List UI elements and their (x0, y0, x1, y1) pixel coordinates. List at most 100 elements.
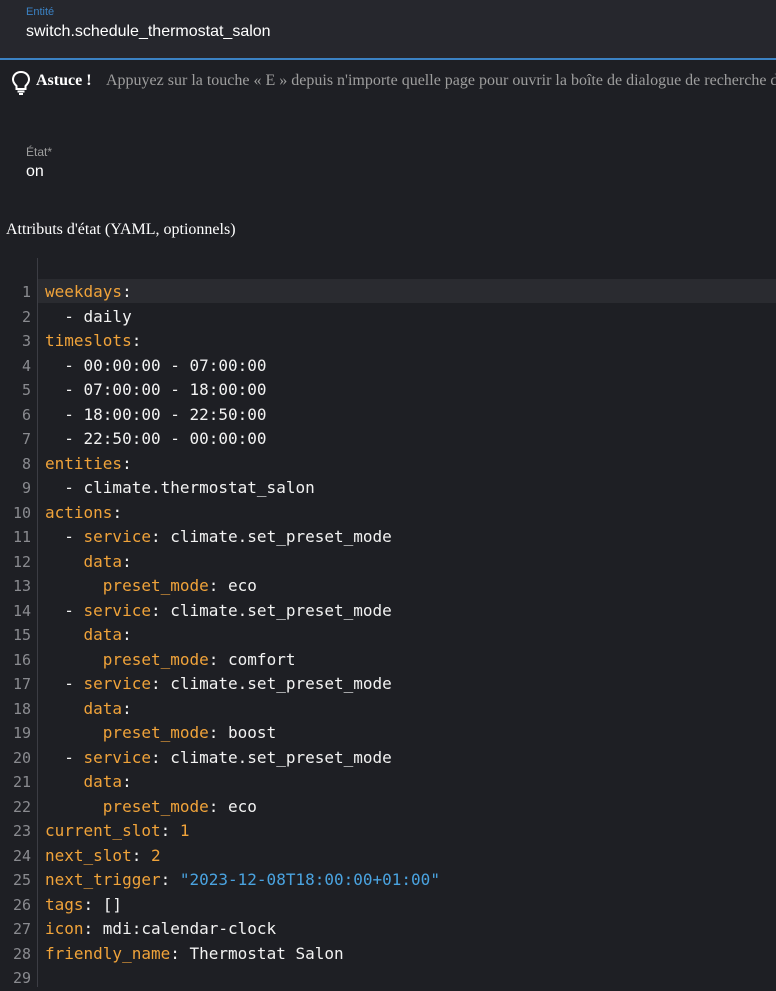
line-text: - 22:50:00 - 00:00:00 (45, 427, 266, 452)
line-text: entities: (45, 452, 132, 477)
entity-field[interactable]: Entité switch.schedule_thermostat_salon (0, 0, 776, 60)
code-line[interactable]: 28 friendly_name: Thermostat Salon (0, 942, 776, 967)
code-line[interactable]: 23 current_slot: 1 (0, 819, 776, 844)
line-text: tags: [] (45, 893, 122, 918)
code-line[interactable]: 6 - 18:00:00 - 22:50:00 (0, 403, 776, 428)
code-token: : (122, 772, 132, 791)
line-number: 16 (12, 650, 31, 669)
line-text: icon: mdi:calendar-clock (45, 917, 276, 942)
code-line[interactable]: 4 - 00:00:00 - 07:00:00 (0, 354, 776, 379)
code-line[interactable]: 22 preset_mode: eco (0, 795, 776, 820)
entity-field-value[interactable]: switch.schedule_thermostat_salon (26, 23, 271, 41)
code-line[interactable]: 7 - 22:50:00 - 00:00:00 (0, 427, 776, 452)
line-number: 28 (12, 944, 31, 963)
code-line[interactable]: 16 preset_mode: comfort (0, 648, 776, 673)
line-text: timeslots: (45, 329, 141, 354)
tip-title: Astuce ! (36, 72, 92, 89)
code-lines[interactable]: 1 weekdays: 2 - daily 3 timeslots: 4 - 00:00:… (0, 280, 776, 991)
code-line[interactable]: 14 - service: climate.set_preset_mode (0, 599, 776, 624)
line-number: 4 (21, 356, 31, 375)
line-number: 22 (12, 797, 31, 816)
code-token: : (122, 698, 132, 718)
code-token: next_slot (45, 845, 132, 865)
code-line[interactable]: 5 - 07:00:00 - 18:00:00 (0, 378, 776, 403)
code-line[interactable]: 1 weekdays: (0, 280, 776, 305)
code-token: - 18:00:00 - 22:50:00 (45, 404, 267, 424)
code-line[interactable]: 24 next_slot: 2 (0, 844, 776, 869)
code-token: service (83, 747, 151, 767)
code-line[interactable]: 12 data: (0, 550, 776, 575)
line-number: 23 (12, 822, 31, 840)
line-number: 17 (12, 675, 31, 693)
state-field-value[interactable]: on (26, 163, 44, 181)
line-text: preset_mode: eco (45, 574, 257, 599)
line-text: - service: climate.set_preset_mode (45, 746, 392, 771)
attributes-label: Attributs d'état (YAML, optionnels) (6, 221, 236, 238)
line-number: 20 (12, 748, 31, 767)
code-line[interactable]: 2 - daily (0, 305, 776, 330)
line-number: 9 (21, 479, 31, 497)
code-token: weekdays (45, 282, 123, 301)
line-number: 26 (12, 895, 31, 914)
line-number: 3 (21, 332, 31, 350)
line-text: - 18:00:00 - 22:50:00 (45, 403, 267, 428)
line-number: 18 (12, 699, 31, 718)
code-line[interactable]: 18 data: (0, 697, 776, 722)
code-token: : (160, 821, 180, 840)
code-token: : comfort (208, 649, 296, 669)
code-line[interactable]: 27 icon: mdi:calendar-clock (0, 917, 776, 942)
code-token: : boost (208, 723, 277, 742)
code-token: : climate.set_preset_mode (150, 600, 392, 620)
code-line[interactable]: 11 - service: climate.set_preset_mode (0, 525, 776, 550)
line-text: - service: climate.set_preset_mode (45, 672, 392, 697)
code-line[interactable]: 17 - service: climate.set_preset_mode (0, 672, 776, 697)
tip-banner: Astuce ! Appuyez sur la touche « E » dep… (8, 70, 776, 96)
line-text: current_slot: 1 (45, 819, 190, 844)
code-line[interactable]: 9 - climate.thermostat_salon (0, 476, 776, 501)
code-line[interactable]: 19 preset_mode: boost (0, 721, 776, 746)
line-number: 21 (12, 773, 31, 791)
line-number: 15 (12, 626, 31, 644)
line-text: actions: (45, 501, 122, 526)
line-number: 5 (21, 381, 31, 399)
code-line[interactable]: 26 tags: [] (0, 893, 776, 918)
code-token: service (83, 527, 151, 546)
line-text: data: (45, 770, 132, 795)
code-token: - (45, 600, 84, 620)
code-line[interactable]: 15 data: (0, 623, 776, 648)
line-text: weekdays: (45, 280, 132, 305)
line-text: next_slot: 2 (45, 844, 161, 869)
yaml-editor[interactable]: 1 weekdays: 2 - daily 3 timeslots: 4 - 00:00:… (0, 258, 776, 987)
line-text: - 07:00:00 - 18:00:00 (45, 378, 266, 403)
line-text: data: (45, 550, 132, 575)
line-number: 25 (12, 871, 31, 889)
code-line[interactable]: 3 timeslots: (0, 329, 776, 354)
code-token: : (122, 625, 132, 644)
code-line[interactable]: 25 next_trigger: "2023-12-08T18:00:00+01:… (0, 868, 776, 893)
code-token: : Thermostat Salon (170, 943, 344, 963)
code-token: timeslots (45, 331, 132, 350)
code-token: preset_mode (102, 576, 209, 595)
code-token: current_slot (45, 821, 161, 840)
code-token: : mdi:calendar-clock (83, 919, 277, 938)
line-text: preset_mode: comfort (45, 648, 296, 673)
code-line[interactable]: 21 data: (0, 770, 776, 795)
code-token: "2023-12-08T18:00:00+01:00" (179, 870, 440, 889)
code-token: next_trigger (45, 870, 161, 889)
code-token: : climate.set_preset_mode (150, 674, 392, 693)
code-line[interactable]: 20 - service: climate.set_preset_mode (0, 746, 776, 771)
code-line[interactable]: 13 preset_mode: eco (0, 574, 776, 599)
code-token: service (83, 674, 151, 693)
line-number: 14 (12, 601, 31, 620)
line-number: 13 (12, 577, 31, 595)
state-field[interactable]: État* on (0, 138, 776, 196)
code-line[interactable]: 8 entities: (0, 452, 776, 477)
state-field-label: État* (26, 145, 53, 159)
code-token: : eco (208, 796, 257, 816)
code-line[interactable]: 10 actions: (0, 501, 776, 526)
